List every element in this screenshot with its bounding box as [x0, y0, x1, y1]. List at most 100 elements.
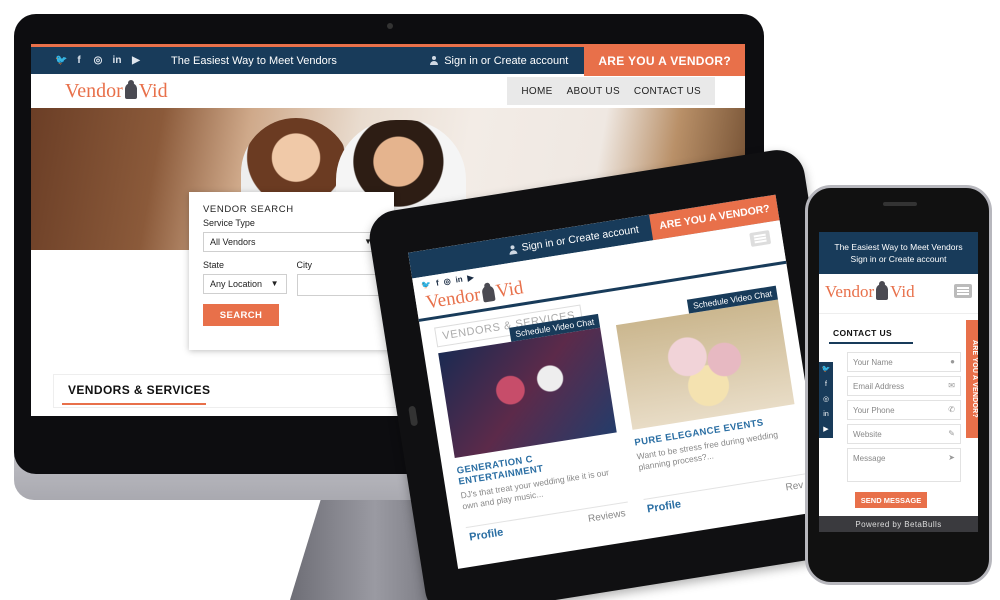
state-value: Any Location [210, 279, 263, 289]
device-mockup-stage: 🐦 f ◎ in ▶ The Easiest Way to Meet Vendo… [0, 0, 1000, 600]
vendorvid-logo[interactable]: Vendor Vid [65, 80, 168, 103]
linkedin-icon[interactable]: in [819, 407, 833, 422]
webcam-dot [387, 23, 393, 29]
city-input[interactable] [296, 274, 380, 296]
vendor-search-card: VENDOR SEARCH Service Type All Vendors ▼… [189, 192, 394, 350]
nav-home[interactable]: HOME [521, 86, 552, 97]
vendor-card-image: Schedule Video Chat [615, 285, 795, 430]
message-placeholder: Message [853, 454, 886, 463]
social-links: 🐦 f ◎ in ▶ [31, 55, 141, 66]
state-city-row: State Any Location ▼ City [203, 260, 380, 296]
service-type-select[interactable]: All Vendors ▼ [203, 232, 380, 252]
instagram-icon[interactable]: ◎ [819, 392, 833, 407]
logo-text-vid: Vid [494, 277, 525, 303]
youtube-icon[interactable]: ▶ [819, 422, 833, 437]
logo-text-vid: Vid [138, 79, 168, 102]
state-label: State [203, 260, 225, 270]
phone-logo[interactable]: Vendor Vid [825, 281, 915, 302]
vendor-card-footer: Profile Reviews [465, 501, 632, 551]
pencil-icon: ✎ [948, 429, 955, 438]
header-nav-row: Vendor Vid HOME ABOUT US CONTACT US [31, 74, 745, 108]
linkedin-icon[interactable]: in [112, 55, 122, 66]
website-field[interactable]: Website ✎ [847, 424, 961, 444]
phone-device: The Easiest Way to Meet Vendors Sign in … [805, 185, 992, 585]
send-icon: ➤ [948, 453, 955, 462]
instagram-icon[interactable]: ◎ [93, 55, 103, 66]
profile-link[interactable]: Profile [468, 526, 504, 543]
search-button[interactable]: SEARCH [203, 304, 279, 326]
nav-contact-us[interactable]: CONTACT US [634, 86, 701, 97]
contact-us-underline [829, 342, 913, 344]
service-type-label: Service Type [203, 218, 255, 228]
send-message-button[interactable]: SEND MESSAGE [855, 492, 927, 508]
hamburger-menu-icon[interactable] [749, 230, 772, 247]
dropdown-caret-icon: ▼ [270, 279, 279, 288]
facebook-icon[interactable]: f [819, 377, 833, 392]
logo-person-icon [481, 284, 496, 303]
state-select[interactable]: Any Location ▼ [203, 274, 287, 294]
profile-link[interactable]: Profile [646, 498, 682, 515]
section-title: VENDORS & SERVICES [68, 383, 211, 397]
youtube-icon[interactable]: ▶ [131, 55, 141, 66]
powered-by-footer: Powered by BetaBulls [819, 516, 978, 532]
service-type-value: All Vendors [210, 237, 256, 247]
logo-text-vendor: Vendor [825, 282, 875, 301]
user-icon [508, 244, 517, 254]
contact-us-title: CONTACT US [833, 328, 893, 338]
twitter-icon[interactable]: 🐦 [55, 55, 67, 66]
reviews-link[interactable]: Rev [785, 480, 804, 494]
email-field[interactable]: Email Address ✉ [847, 376, 961, 396]
logo-text-vid: Vid [890, 282, 915, 301]
name-placeholder: Your Name [853, 358, 893, 367]
phone-signin-link[interactable]: Sign in or Create account [819, 253, 978, 265]
instagram-icon[interactable]: ◎ [443, 277, 451, 287]
phone-speaker [883, 202, 917, 206]
city-label: City [296, 260, 313, 270]
are-you-vendor-tab[interactable]: ARE YOU A VENDOR? [966, 320, 978, 438]
name-field[interactable]: Your Name ● [847, 352, 961, 372]
vendor-card[interactable]: Schedule Video Chat GENERATION C ENTERTA… [438, 313, 632, 551]
phone-placeholder: Your Phone [853, 406, 895, 415]
main-nav: HOME ABOUT US CONTACT US [507, 77, 715, 105]
hamburger-menu-icon[interactable] [954, 284, 972, 298]
vendor-card-footer: Profile Rev [643, 473, 810, 523]
vendor-card[interactable]: Schedule Video Chat PURE ELEGANCE EVENTS… [615, 285, 810, 523]
vendor-search-title: VENDOR SEARCH [203, 204, 294, 215]
email-placeholder: Email Address [853, 382, 905, 391]
nav-about-us[interactable]: ABOUT US [567, 86, 620, 97]
reviews-link[interactable]: Reviews [587, 508, 626, 525]
phone-field[interactable]: Your Phone ✆ [847, 400, 961, 420]
user-icon: ● [950, 357, 955, 366]
linkedin-icon[interactable]: in [455, 275, 463, 285]
logo-text-vendor: Vendor [65, 79, 123, 102]
logo-text-vendor: Vendor [424, 284, 483, 314]
user-icon [430, 56, 439, 65]
vendor-card-image: Schedule Video Chat [438, 313, 617, 458]
phone-top-bar: The Easiest Way to Meet Vendors Sign in … [819, 232, 978, 274]
website-placeholder: Website [853, 430, 882, 439]
are-you-vendor-button[interactable]: ARE YOU A VENDOR? [584, 45, 745, 76]
phone-header: Vendor Vid [819, 274, 978, 314]
signin-label: Sign in or Create account [444, 54, 569, 67]
logo-person-icon [876, 281, 889, 300]
phone-tagline: The Easiest Way to Meet Vendors [834, 242, 963, 252]
facebook-icon[interactable]: f [435, 278, 439, 287]
phone-screen: The Easiest Way to Meet Vendors Sign in … [819, 232, 978, 532]
section-underline [62, 403, 206, 405]
tablet-screen: Sign in or Create account ARE YOU A VEND… [408, 194, 826, 569]
logo-person-icon [124, 80, 137, 99]
mail-icon: ✉ [948, 381, 955, 390]
phone-icon: ✆ [948, 405, 955, 414]
tablet-home-button [408, 405, 419, 427]
facebook-icon[interactable]: f [74, 55, 84, 66]
twitter-icon[interactable]: 🐦 [819, 362, 833, 377]
schedule-video-chat-badge[interactable]: Schedule Video Chat [687, 285, 778, 314]
phone-social-sidebar: 🐦 f ◎ in ▶ [819, 362, 833, 438]
youtube-icon[interactable]: ▶ [467, 273, 474, 283]
tablet-device: Sign in or Create account ARE YOU A VEND… [365, 146, 865, 600]
tagline: The Easiest Way to Meet Vendors [171, 54, 337, 67]
message-field[interactable]: Message ➤ [847, 448, 961, 482]
signin-link[interactable]: Sign in or Create account [430, 55, 568, 67]
twitter-icon[interactable]: 🐦 [421, 280, 432, 290]
top-bar: 🐦 f ◎ in ▶ The Easiest Way to Meet Vendo… [31, 44, 745, 76]
